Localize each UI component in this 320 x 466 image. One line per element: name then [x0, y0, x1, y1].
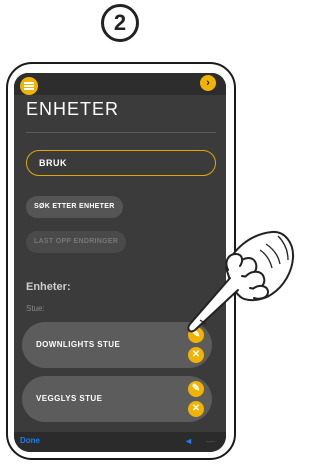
step-number-badge: 2	[101, 4, 139, 42]
device-label: VEGGLYS STUE	[36, 394, 103, 403]
pencil-icon[interactable]: ✎	[188, 381, 204, 397]
chevron-right-icon[interactable]: ›	[200, 75, 216, 91]
done-button[interactable]: Done	[20, 436, 40, 445]
keyboard-toolbar: Done ◄ —	[14, 432, 226, 452]
room-group-label: Stue:	[26, 304, 45, 313]
top-bar	[14, 73, 226, 95]
arrow-right-icon[interactable]: —	[206, 436, 215, 446]
close-icon[interactable]: ✕	[188, 347, 204, 363]
search-devices-button[interactable]: SØK ETTER ENHETER	[26, 196, 123, 218]
page-title: ENHETER	[26, 99, 120, 119]
close-icon[interactable]: ✕	[188, 401, 204, 417]
arrow-left-icon[interactable]: ◄	[184, 436, 193, 446]
device-row-vegglys[interactable]: VEGGLYS STUE ✎ ✕	[22, 376, 212, 422]
pointing-hand-icon	[187, 230, 295, 333]
divider	[26, 132, 216, 133]
upload-changes-button[interactable]: LAST OPP ENDRINGER	[26, 231, 127, 253]
mode-button-bruk[interactable]: BRUK	[26, 150, 216, 176]
devices-heading: Enheter:	[26, 281, 71, 293]
hamburger-icon[interactable]	[20, 77, 38, 95]
device-label: DOWNLIGHTS STUE	[36, 340, 121, 349]
